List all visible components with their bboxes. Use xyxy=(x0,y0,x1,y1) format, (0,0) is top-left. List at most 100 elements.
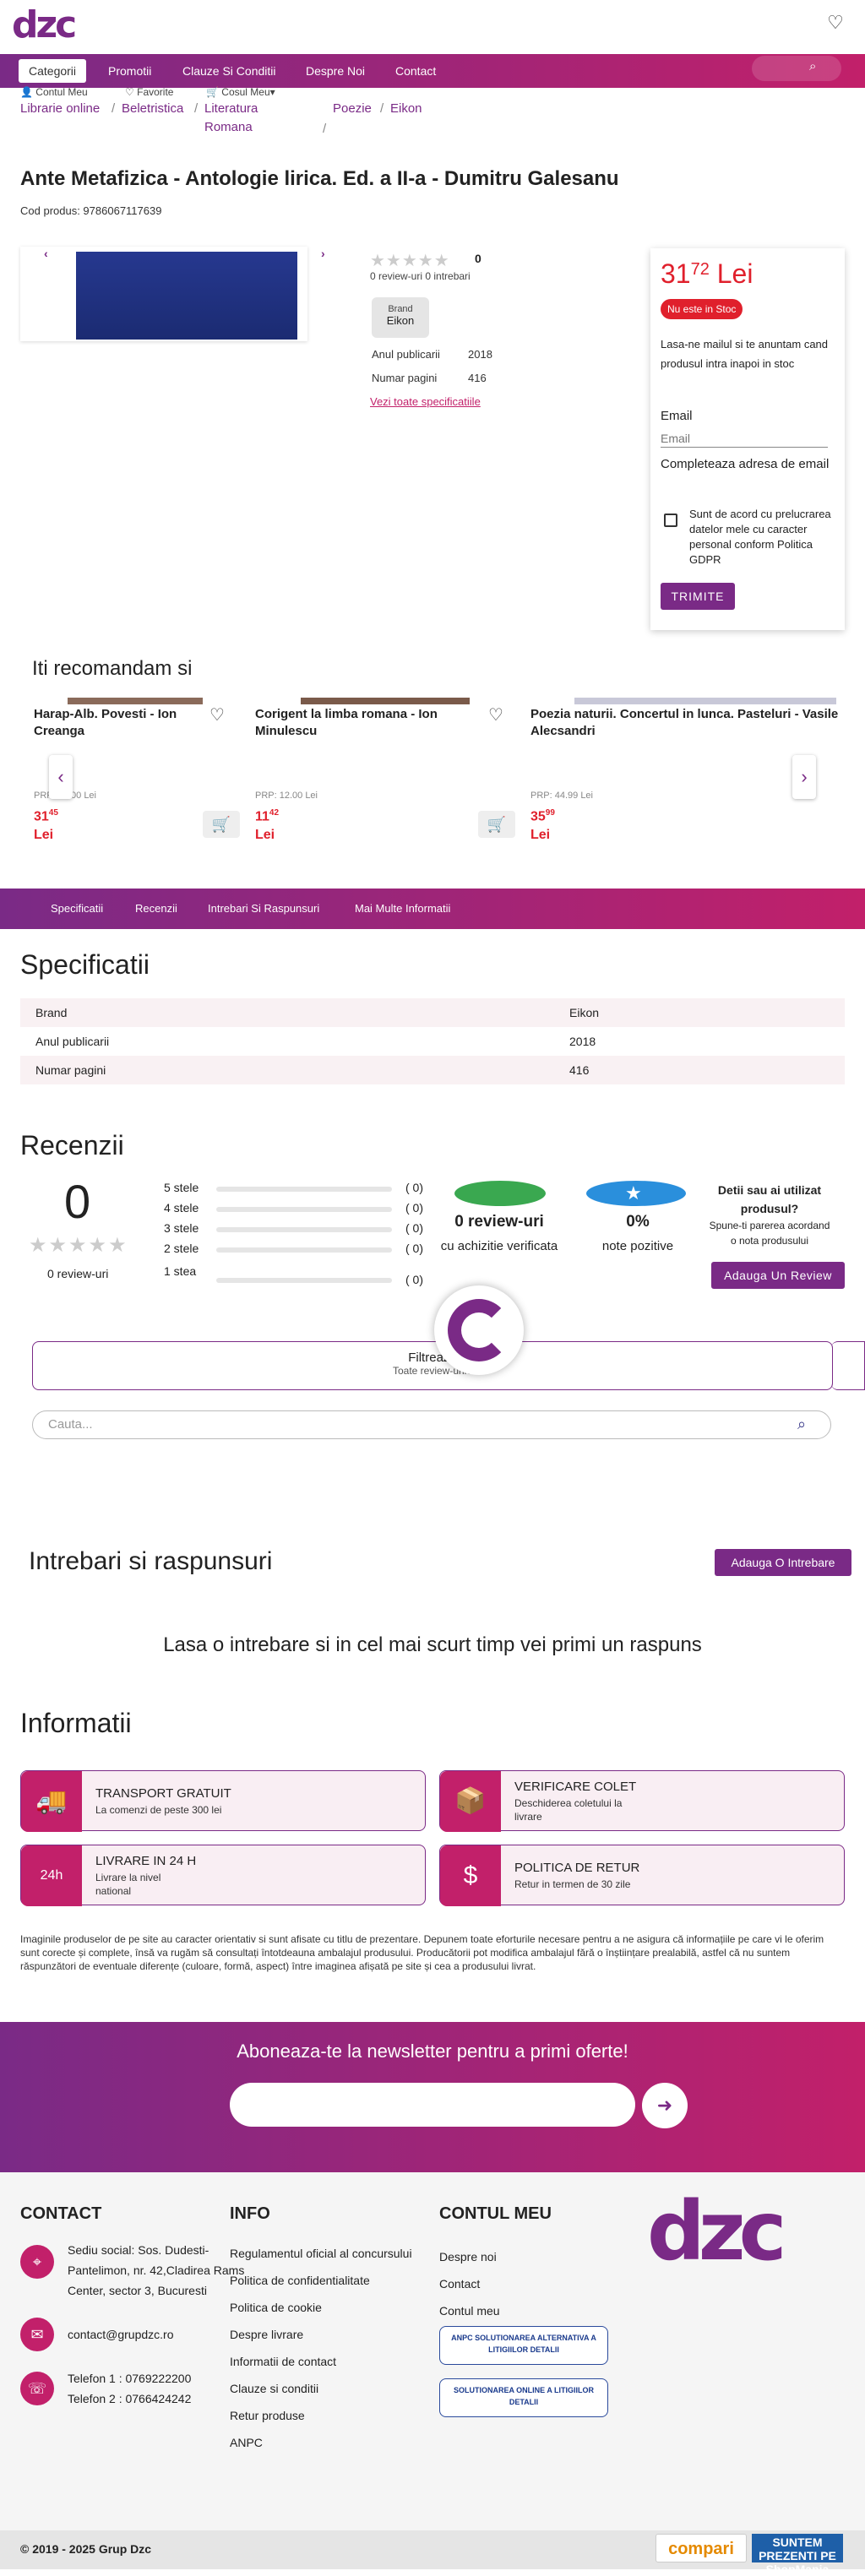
see-all-specs-link[interactable]: Vezi toate specificatiile xyxy=(370,395,481,408)
anpc-sal-badge[interactable]: ANPC SOLUTIONAREA ALTERNATIVA A LITIGIIL… xyxy=(439,2326,608,2365)
footer-info-title: INFO xyxy=(230,2204,270,2223)
nav-clauze[interactable]: Clauze Si Conditii xyxy=(172,59,286,83)
user-icon: 👤 xyxy=(20,86,33,98)
info-card: 24h LIVRARE IN 24 H Livrare la nivel nat… xyxy=(20,1845,426,1906)
cart-icon: 🛒 xyxy=(211,816,231,833)
add-to-cart-button[interactable]: 🛒 xyxy=(478,811,515,838)
bar-label: 3 stele xyxy=(164,1221,199,1235)
bar-count: ( 0) xyxy=(405,1221,423,1235)
newsletter-email-input[interactable] xyxy=(230,2083,635,2127)
money-return-icon: $ xyxy=(440,1845,501,1906)
footer-link[interactable]: Contact xyxy=(439,2270,480,2297)
footer-link[interactable]: Contul meu xyxy=(439,2297,500,2324)
footer-link[interactable]: Politica de cookie xyxy=(230,2294,322,2321)
search-icon[interactable]: ⌕ xyxy=(797,1416,806,1433)
tab-specificatii[interactable]: Specificatii xyxy=(51,902,103,915)
shopmania-badge[interactable]: SUNTEM PREZENTI PE ShopMania xyxy=(752,2534,843,2576)
favorites-heart-icon[interactable]: ♡ xyxy=(824,12,846,34)
bar-label: 2 stele xyxy=(164,1242,199,1255)
specs-title: Specificatii xyxy=(20,949,150,980)
tab-recenzii[interactable]: Recenzii xyxy=(135,902,177,915)
footer-link[interactable]: Clauze si conditii xyxy=(230,2375,318,2402)
newsletter-submit-icon[interactable]: ➜ xyxy=(642,2083,688,2128)
used-sub: Spune-ti parerea acordand o nota produsu… xyxy=(709,1220,830,1247)
product-image[interactable] xyxy=(76,252,297,340)
nav-promotii[interactable]: Promotii xyxy=(98,59,161,83)
breadcrumb-2[interactable]: Beletristica xyxy=(122,101,183,116)
email-field[interactable] xyxy=(661,429,828,448)
site-logo[interactable]: dzc xyxy=(12,3,77,46)
product-thumb[interactable] xyxy=(574,698,836,704)
tab-informatii[interactable]: Mai Multe Informatii xyxy=(355,902,450,915)
add-review-button[interactable]: Adauga Un Review xyxy=(711,1262,845,1289)
used-question: Detii sau ai utilizat produsul? xyxy=(717,1183,822,1215)
carousel-prev-icon[interactable]: ‹ xyxy=(49,755,73,799)
footer-link[interactable]: Despre noi xyxy=(439,2243,497,2270)
card-price: 1142 Lei xyxy=(255,808,280,843)
gallery-prev-icon[interactable]: ‹ xyxy=(44,247,48,260)
footer-link[interactable]: Despre livrare xyxy=(230,2321,303,2348)
cart-link[interactable]: 🛒 Cosul Meu▾ xyxy=(206,86,275,98)
mail-icon: ✉ xyxy=(20,2318,54,2351)
submit-button[interactable]: TRIMITE xyxy=(661,583,735,610)
footer-contact-title: CONTACT xyxy=(20,2204,102,2223)
brand-box[interactable]: Brand Eikon xyxy=(372,297,429,338)
anpc-sol-badge[interactable]: SOLUTIONAREA ONLINE A LITIGIILOR DETALII xyxy=(439,2378,608,2417)
positive-percent: 0% xyxy=(626,1213,650,1231)
header xyxy=(0,0,865,54)
gdpr-checkbox[interactable] xyxy=(664,514,677,527)
footer-link[interactable]: Informatii de contact xyxy=(230,2348,336,2375)
info-card: $ POLITICA DE RETUR Retur in termen de 3… xyxy=(439,1845,845,1906)
card-title[interactable]: Poezia naturii. Concertul in lunca. Past… xyxy=(530,706,841,740)
footer-phone-2[interactable]: Telefon 2 : 0766424242 xyxy=(68,2389,191,2409)
filter-option[interactable] xyxy=(831,1341,865,1390)
filter-sub: Toate review-urile xyxy=(392,1365,473,1377)
card-title[interactable]: Harap-Alb. Povesti - Ion Creanga xyxy=(34,706,203,740)
breadcrumb-5[interactable]: Eikon xyxy=(390,101,422,116)
qa-title: Intrebari si raspunsuri xyxy=(29,1547,273,1575)
breadcrumb-3[interactable]: Literatura Romana xyxy=(204,100,272,137)
copyright: © 2019 - 2025 Grup Dzc xyxy=(20,2542,152,2556)
review-search-input[interactable]: Cauta... xyxy=(32,1410,831,1439)
footer-link[interactable]: Regulamentul oficial al concursului xyxy=(230,2240,412,2267)
tab-intrebari[interactable]: Intrebari Si Raspunsuri xyxy=(208,902,319,915)
bar-label: 5 stele xyxy=(164,1181,199,1194)
spec-value: 2018 xyxy=(468,348,492,361)
table-row: Numar pagini 416 xyxy=(20,1056,845,1084)
footer-link[interactable]: Politica de confidentialitate xyxy=(230,2267,370,2294)
recommend-title: Iti recomandam si xyxy=(32,657,193,680)
card-title[interactable]: Corigent la limba romana - Ion Minulescu xyxy=(255,706,458,740)
favorite-link[interactable]: ♡ Favorite xyxy=(125,86,173,98)
verified-count: 0 review-uri xyxy=(454,1213,544,1231)
heart-icon[interactable]: ♡ xyxy=(209,704,225,726)
nav-despre[interactable]: Despre Noi xyxy=(296,59,375,83)
info-title: Informatii xyxy=(20,1708,132,1738)
footer-link[interactable]: Retur produse xyxy=(230,2402,305,2429)
nav-contact[interactable]: Contact xyxy=(385,59,446,83)
filter-button[interactable]: Filtreaza Toate review-urile xyxy=(32,1341,833,1390)
gdpr-text: Sunt de acord cu prelucrarea datelor mel… xyxy=(689,508,831,566)
reviews-questions-count[interactable]: 0 review-uri 0 intrebari xyxy=(370,270,471,282)
nav-categorii[interactable]: Categorii xyxy=(19,59,87,83)
spinner-ring-icon xyxy=(448,1299,510,1361)
carousel-next-icon[interactable]: › xyxy=(792,755,816,799)
add-question-button[interactable]: Adauga O Intrebare xyxy=(715,1549,851,1576)
gallery-next-icon[interactable]: › xyxy=(321,247,325,260)
account-link[interactable]: 👤 Contul Meu xyxy=(20,86,88,98)
brand-label: Brand xyxy=(388,304,413,314)
footer-phone-1[interactable]: Telefon 1 : 0769222200 xyxy=(68,2368,191,2389)
compari-badge[interactable]: compari xyxy=(656,2534,747,2562)
product-title: Ante Metafizica - Antologie lirica. Ed. … xyxy=(20,167,619,190)
product-thumb[interactable] xyxy=(68,698,203,704)
footer-link[interactable]: ANPC xyxy=(230,2429,263,2456)
breadcrumb-4[interactable]: Poezie xyxy=(333,101,372,116)
product-thumb[interactable] xyxy=(301,698,470,704)
bar-label: 1 stea xyxy=(164,1264,197,1278)
header-search[interactable]: ⌕ xyxy=(752,56,841,81)
footer-email[interactable]: contact@grupdzc.ro xyxy=(68,2324,174,2345)
footer-logo[interactable]: dzc xyxy=(647,2184,786,2279)
heart-icon[interactable]: ♡ xyxy=(488,704,503,726)
add-to-cart-button[interactable]: 🛒 xyxy=(203,811,240,838)
card-prp: PRP: 44.99 Lei xyxy=(530,791,593,801)
breadcrumb-1[interactable]: Librarie online xyxy=(20,101,100,116)
